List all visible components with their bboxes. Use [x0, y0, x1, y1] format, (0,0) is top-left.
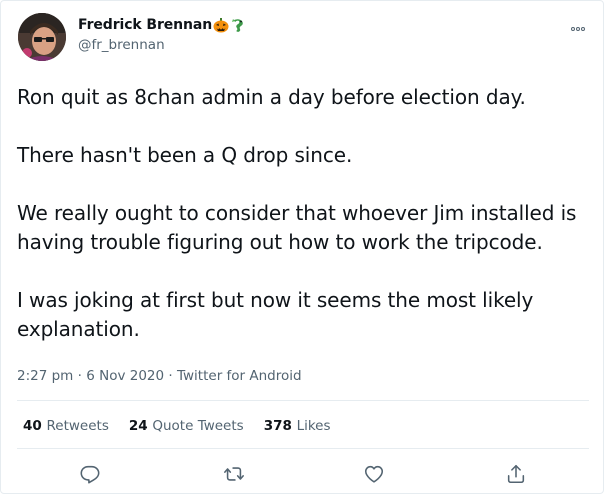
tweet-source[interactable]: Twitter for Android — [177, 368, 302, 384]
tweet-paragraph: I was joking at first but now it seems t… — [17, 288, 534, 341]
reply-icon[interactable] — [79, 463, 101, 485]
meta-separator: · — [168, 368, 177, 384]
avatar[interactable] — [18, 13, 66, 61]
pumpkin-icon — [213, 17, 229, 33]
share-icon[interactable] — [505, 463, 527, 485]
tweet-text: Ron quit as 8chan admin a day before ele… — [17, 83, 597, 344]
meta-separator: · — [77, 368, 87, 384]
tweet-time[interactable]: 2:27 pm — [17, 368, 73, 384]
retweets-count: 40 — [23, 418, 47, 434]
tweet-stats: 40 Retweets 24 Quote Tweets 378 Likes — [23, 418, 351, 434]
retweets-stat[interactable]: 40 Retweets — [23, 418, 109, 434]
tweet-meta: 2:27 pm · 6 Nov 2020 · Twitter for Andro… — [17, 368, 302, 384]
divider — [17, 448, 589, 449]
heart-icon[interactable] — [363, 463, 385, 485]
tweet-paragraph: We really ought to consider that whoever… — [17, 201, 577, 254]
retweets-label: Retweets — [46, 418, 109, 434]
quote-tweets-label: Quote Tweets — [152, 418, 244, 434]
tweet-card: Fredrick Brennan @fr_brennan Ron quit as… — [0, 0, 604, 494]
dragon-icon — [230, 17, 246, 33]
author-handle[interactable]: @fr_brennan — [78, 37, 165, 53]
retweet-icon[interactable] — [223, 463, 245, 485]
quote-tweets-count: 24 — [128, 418, 153, 434]
quote-tweets-stat[interactable]: 24 Quote Tweets — [129, 418, 244, 434]
tweet-paragraph: Ron quit as 8chan admin a day before ele… — [17, 85, 526, 109]
likes-count: 378 — [263, 418, 297, 434]
author-name-row: Fredrick Brennan — [78, 15, 246, 35]
tweet-date[interactable]: 6 Nov 2020 — [86, 368, 164, 384]
likes-stat[interactable]: 378 Likes — [264, 418, 331, 434]
likes-label: Likes — [296, 418, 331, 434]
tweet-paragraph: There hasn't been a Q drop since. — [17, 143, 353, 167]
tweet-actions — [1, 463, 605, 485]
more-icon[interactable] — [570, 19, 586, 31]
divider — [17, 400, 589, 401]
display-name[interactable]: Fredrick Brennan — [78, 17, 212, 33]
